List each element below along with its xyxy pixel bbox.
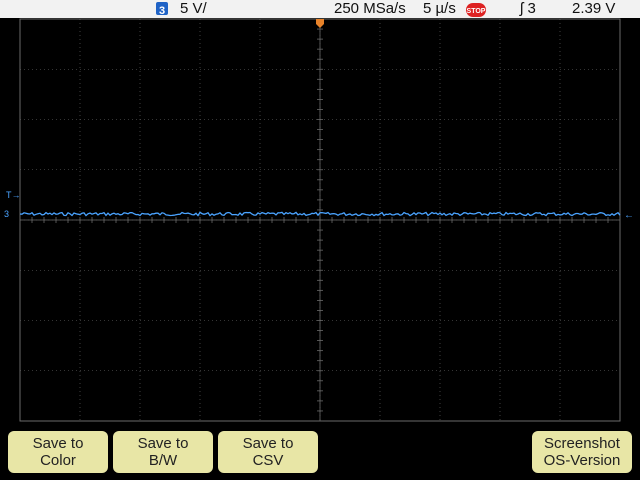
screenshot-line1: Screenshot bbox=[544, 435, 620, 452]
sample-rate: 250 MSa/s bbox=[334, 0, 406, 17]
trigger-level: 2.39 V bbox=[572, 0, 616, 17]
save-csv-line2: CSV bbox=[252, 452, 284, 469]
graticule: T→ 3 ← bbox=[4, 18, 634, 422]
save-csv-line1: Save to bbox=[242, 435, 294, 452]
save-color-line2: Color bbox=[40, 452, 76, 469]
grid bbox=[19, 18, 621, 422]
save-color-line1: Save to bbox=[32, 435, 84, 452]
trigger-source: ʃ 3 bbox=[520, 0, 536, 17]
right-edge-arrow-icon: ← bbox=[624, 210, 634, 221]
stop-icon: STOP bbox=[466, 2, 486, 17]
save-bw-line1: Save to bbox=[137, 435, 189, 452]
save-bw-button[interactable]: Save to B/W bbox=[113, 431, 213, 473]
run-state: STOP bbox=[466, 3, 486, 17]
screenshot-os-version-button[interactable]: Screenshot OS-Version bbox=[532, 431, 632, 473]
channel-badge: 3 bbox=[156, 2, 168, 17]
status-bar: 3 5 V/ 250 MSa/s 5 µ/s STOP ʃ 3 2.39 V bbox=[0, 0, 640, 18]
save-bw-line2: B/W bbox=[148, 452, 178, 469]
save-csv-button[interactable]: Save to CSV bbox=[218, 431, 318, 473]
timebase: 5 µ/s bbox=[423, 0, 456, 17]
waveform-display[interactable]: T→ 3 ← bbox=[0, 18, 640, 424]
vertical-scale: 5 V/ bbox=[180, 0, 207, 17]
trigger-level-marker: T→ bbox=[6, 190, 21, 200]
channel-number: 3 bbox=[156, 2, 168, 17]
screenshot-line2: OS-Version bbox=[543, 452, 621, 469]
channel-ground-marker: 3 bbox=[4, 209, 9, 219]
softkey-bar: Save to Color Save to B/W Save to CSV Sc… bbox=[0, 424, 640, 480]
trigger-position-marker bbox=[316, 19, 324, 28]
save-color-button[interactable]: Save to Color bbox=[8, 431, 108, 473]
